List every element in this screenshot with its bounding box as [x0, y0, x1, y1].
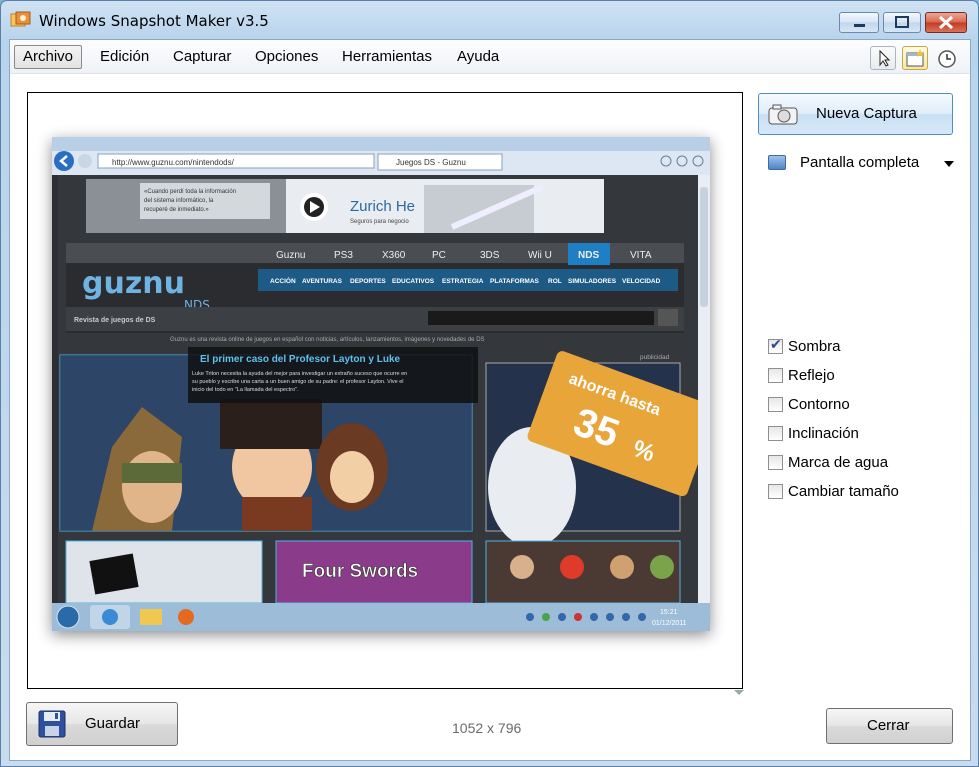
svg-text:inicio del todo en "La llamada: inicio del todo en "La llamada del espec…: [192, 387, 299, 393]
menu-bar: Archivo Edición Capturar Opciones Herram…: [10, 40, 970, 74]
svg-text:Seguros para negocio: Seguros para negocio: [350, 219, 409, 225]
checkbox[interactable]: [768, 484, 783, 499]
option-label: Inclinación: [788, 425, 859, 442]
menu-herramientas[interactable]: Herramientas: [333, 45, 441, 69]
svg-text:Luke Triton necesita la ayuda: Luke Triton necesita la ayuda del mejor …: [192, 371, 407, 377]
close-icon: [938, 15, 954, 30]
minimize-icon: [854, 24, 865, 27]
menu-archivo[interactable]: Archivo: [14, 45, 83, 69]
svg-text:publicidad: publicidad: [640, 354, 670, 361]
option-label: Cambiar tamaño: [788, 483, 899, 500]
svg-text:3DS: 3DS: [480, 250, 500, 261]
maximize-button[interactable]: [883, 12, 921, 33]
option-label: Marca de agua: [788, 454, 889, 471]
canvas-resize-icon[interactable]: [734, 690, 744, 695]
menu-ayuda[interactable]: Ayuda: [448, 45, 508, 69]
svg-text:Wii U: Wii U: [528, 250, 552, 261]
option-label: Reflejo: [788, 367, 835, 384]
svg-text:15:21: 15:21: [660, 609, 678, 616]
svg-text:del sistema informático, la: del sistema informático, la: [144, 198, 214, 204]
checkbox[interactable]: ✔: [768, 337, 783, 354]
svg-text:El primer caso del Profesor La: El primer caso del Profesor Layton y Luk…: [200, 354, 401, 365]
svg-text:Four Swords: Four Swords: [302, 561, 418, 582]
menu-edicion[interactable]: Edición: [91, 45, 158, 69]
close-button[interactable]: Cerrar: [826, 708, 953, 744]
option-marca-de-agua[interactable]: Marca de agua: [768, 453, 948, 473]
timer-tool-button[interactable]: [936, 48, 958, 70]
window-select-icon: [906, 49, 924, 67]
preview-canvas: http://www.guznu.com/nintendods/ Juegos …: [27, 92, 743, 689]
new-capture-label: Nueva Captura: [816, 105, 917, 122]
svg-text:PC: PC: [432, 250, 446, 261]
option-inclinación[interactable]: Inclinación: [768, 424, 948, 444]
image-dimensions: 1052 x 796: [452, 720, 522, 736]
title-bar[interactable]: Windows Snapshot Maker v3.5: [1, 1, 978, 39]
svg-text:VELOCIDAD: VELOCIDAD: [622, 278, 661, 285]
app-icon: [10, 11, 31, 27]
option-reflejo[interactable]: Reflejo: [768, 366, 948, 386]
svg-text:«Cuando perdí toda la informac: «Cuando perdí toda la información: [144, 189, 236, 195]
svg-text:Revista de juegos de DS: Revista de juegos de DS: [74, 317, 156, 324]
app-window: Windows Snapshot Maker v3.5 Archivo Edic…: [0, 0, 979, 767]
capture-mode-value: Pantalla completa: [800, 154, 920, 171]
minimize-button[interactable]: [839, 12, 879, 33]
checkbox[interactable]: [768, 455, 783, 470]
svg-text:PS3: PS3: [334, 250, 353, 261]
option-contorno[interactable]: Contorno: [768, 395, 948, 415]
chevron-down-icon: [944, 161, 954, 167]
capture-mode-dropdown[interactable]: Pantalla completa: [768, 152, 958, 174]
menu-capturar[interactable]: Capturar: [164, 45, 240, 69]
maximize-icon: [895, 16, 909, 28]
svg-text:Guznu es una revista online de: Guznu es una revista online de juegos en…: [170, 337, 485, 343]
cursor-icon: [879, 49, 891, 67]
close-window-button[interactable]: [925, 12, 967, 33]
option-sombra[interactable]: ✔ Sombra: [768, 337, 948, 357]
svg-text:ROL: ROL: [548, 278, 562, 285]
clock-icon: [938, 50, 956, 68]
cursor-tool-button[interactable]: [870, 46, 896, 70]
floppy-disk-icon: [38, 710, 66, 738]
svg-text:X360: X360: [382, 250, 406, 261]
svg-text:su pueblo y escribe una carta: su pueblo y escribe una carta a un buen …: [192, 379, 403, 385]
captured-screenshot: http://www.guznu.com/nintendods/ Juegos …: [52, 137, 710, 631]
option-label: Sombra: [788, 338, 841, 355]
svg-text:01/12/2011: 01/12/2011: [652, 620, 687, 627]
svg-text:VITA: VITA: [630, 250, 652, 261]
checkbox[interactable]: [768, 426, 783, 441]
svg-text:guznu: guznu: [82, 266, 185, 301]
svg-text:ACCIÓN: ACCIÓN: [270, 276, 296, 285]
window-title: Windows Snapshot Maker v3.5: [39, 12, 269, 30]
client-area: Archivo Edición Capturar Opciones Herram…: [9, 39, 971, 761]
option-label: Contorno: [788, 396, 850, 413]
svg-text:ESTRATEGIA: ESTRATEGIA: [442, 278, 484, 285]
checkbox[interactable]: [768, 368, 783, 383]
svg-text:recuperé de inmediato.»: recuperé de inmediato.»: [144, 207, 209, 213]
menu-opciones[interactable]: Opciones: [246, 45, 327, 69]
close-label: Cerrar: [867, 717, 910, 734]
browser-tab: Juegos DS - Guznu: [396, 158, 466, 167]
checkmark-icon: ✔: [770, 337, 782, 353]
camera-icon: [768, 104, 798, 125]
new-capture-button[interactable]: Nueva Captura: [758, 93, 953, 135]
checkbox[interactable]: [768, 397, 783, 412]
browser-address: http://www.guznu.com/nintendods/: [112, 158, 235, 167]
svg-text:Guznu: Guznu: [276, 250, 305, 261]
svg-text:NDS: NDS: [578, 250, 599, 261]
svg-text:PLATAFORMAS: PLATAFORMAS: [490, 278, 540, 285]
svg-text:EDUCATIVOS: EDUCATIVOS: [392, 278, 435, 285]
svg-text:DEPORTES: DEPORTES: [350, 278, 386, 285]
save-button[interactable]: Guardar: [26, 702, 178, 746]
svg-text:Zurich He: Zurich He: [350, 198, 415, 215]
browser-back-icon: [54, 151, 74, 171]
save-label: Guardar: [85, 715, 141, 732]
svg-text:SIMULADORES: SIMULADORES: [568, 278, 617, 285]
fullscreen-icon: [768, 155, 786, 170]
window-select-tool-button[interactable]: [902, 46, 928, 70]
screenshot-preview-image: http://www.guznu.com/nintendods/ Juegos …: [52, 137, 710, 631]
option-cambiar-tamaño[interactable]: Cambiar tamaño: [768, 482, 948, 502]
svg-text:AVENTURAS: AVENTURAS: [302, 278, 343, 285]
